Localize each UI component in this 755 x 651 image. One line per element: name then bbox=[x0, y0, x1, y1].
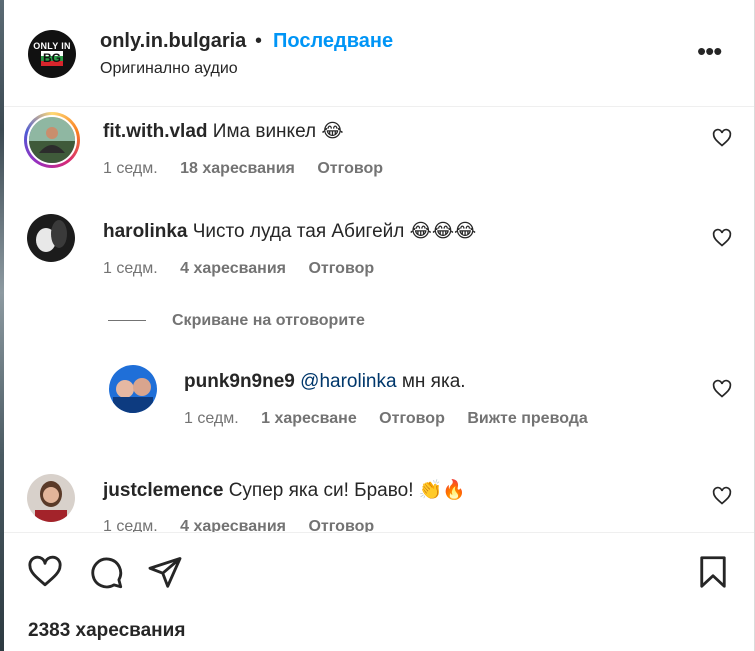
comment-likes[interactable]: 18 харесвания bbox=[180, 160, 295, 177]
comment-time[interactable]: 1 седм. bbox=[184, 410, 239, 427]
comment-icon[interactable] bbox=[88, 554, 124, 590]
hide-replies-button[interactable]: Скриване на отговорите bbox=[108, 312, 365, 330]
reply-item: punk9n9ne9 @harolinka мн яка. 1 седм. 1 … bbox=[4, 358, 754, 448]
comment-emoji: 😂😂😂 bbox=[409, 220, 477, 242]
reply-button[interactable]: Отговор bbox=[317, 160, 383, 177]
logo-text-flag: BG bbox=[41, 51, 63, 66]
comment-heart-icon[interactable] bbox=[712, 379, 732, 399]
comment-username[interactable]: punk9n9ne9 bbox=[184, 371, 295, 392]
share-icon[interactable] bbox=[147, 554, 183, 590]
comments-list[interactable]: fit.with.vlad Има винкел 😂 1 седм. 18 ха… bbox=[4, 108, 754, 532]
comment-item: justclemence Супер яка си! Браво! 👏🔥 1 с… bbox=[4, 466, 754, 532]
comment-heart-icon[interactable] bbox=[712, 228, 732, 248]
replies-divider bbox=[108, 320, 146, 322]
post-dialog: ONLY IN BG only.in.bulgaria • Последване… bbox=[0, 0, 755, 651]
comment-text: мн яка. bbox=[401, 371, 466, 392]
avatar[interactable] bbox=[24, 112, 80, 168]
comment-text-line: fit.with.vlad Има винкел 😂 bbox=[103, 120, 344, 143]
comment-username[interactable]: fit.with.vlad bbox=[103, 121, 208, 142]
comment-meta: 1 седм. 4 харесвания Отговор bbox=[103, 260, 392, 278]
comment-text-line: punk9n9ne9 @harolinka мн яка. bbox=[184, 371, 466, 393]
comment-text: Чисто луда тая Абигейл bbox=[192, 221, 405, 242]
more-options-icon[interactable]: ••• bbox=[697, 36, 722, 67]
action-bar: 2383 харесвания bbox=[4, 532, 754, 651]
comment-text-line: harolinka Чисто луда тая Абигейл 😂😂😂 bbox=[103, 220, 476, 243]
reply-button[interactable]: Отговор bbox=[308, 260, 374, 277]
comment-item: harolinka Чисто луда тая Абигейл 😂😂😂 1 с… bbox=[4, 208, 754, 298]
post-header: ONLY IN BG only.in.bulgaria • Последване… bbox=[4, 0, 754, 107]
reply-button[interactable]: Отговор bbox=[379, 410, 445, 427]
comment-text: Има винкел bbox=[212, 121, 317, 142]
likes-count[interactable]: 2383 харесвания bbox=[28, 620, 185, 642]
follow-button[interactable]: Последване bbox=[273, 30, 393, 53]
comment-emoji: 👏🔥 bbox=[418, 479, 467, 501]
comment-time[interactable]: 1 седм. bbox=[103, 160, 158, 177]
comment-text: Супер яка си! Браво! bbox=[228, 480, 414, 501]
bookmark-icon[interactable] bbox=[695, 554, 731, 590]
comment-emoji: 😂 bbox=[321, 120, 344, 142]
reply-button[interactable]: Отговор bbox=[308, 518, 374, 532]
profile-username[interactable]: only.in.bulgaria bbox=[100, 30, 246, 53]
comment-text-line: justclemence Супер яка си! Браво! 👏🔥 bbox=[103, 478, 466, 502]
comment-username[interactable]: justclemence bbox=[103, 480, 223, 501]
comment-meta: 1 седм. 18 харесвания Отговор bbox=[103, 160, 401, 178]
hide-replies-label: Скриване на отговорите bbox=[172, 312, 365, 329]
comment-likes[interactable]: 4 харесвания bbox=[180, 260, 286, 277]
avatar[interactable] bbox=[27, 474, 75, 522]
comment-heart-icon[interactable] bbox=[712, 128, 732, 148]
translate-button[interactable]: Вижте превода bbox=[467, 410, 588, 427]
separator-dot: • bbox=[255, 30, 263, 52]
comment-meta: 1 седм. 4 харесвания Отговор bbox=[103, 518, 392, 532]
avatar[interactable] bbox=[27, 214, 75, 262]
heart-icon[interactable] bbox=[27, 554, 63, 590]
comment-username[interactable]: harolinka bbox=[103, 221, 187, 242]
comment-mention[interactable]: @harolinka bbox=[300, 371, 396, 392]
comment-time[interactable]: 1 седм. bbox=[103, 260, 158, 277]
comment-meta: 1 седм. 1 харесване Отговор Вижте превод… bbox=[184, 410, 606, 428]
comment-heart-icon[interactable] bbox=[712, 486, 732, 506]
profile-avatar[interactable]: ONLY IN BG bbox=[28, 30, 76, 78]
audio-link[interactable]: Оригинално аудио bbox=[100, 60, 238, 78]
comment-likes[interactable]: 1 харесване bbox=[261, 410, 357, 427]
logo-text-top: ONLY IN bbox=[33, 41, 71, 51]
comment-item: fit.with.vlad Има винкел 😂 1 седм. 18 ха… bbox=[4, 108, 754, 198]
comment-likes[interactable]: 4 харесвания bbox=[180, 518, 286, 532]
avatar[interactable] bbox=[109, 365, 157, 413]
comment-time[interactable]: 1 седм. bbox=[103, 518, 158, 532]
